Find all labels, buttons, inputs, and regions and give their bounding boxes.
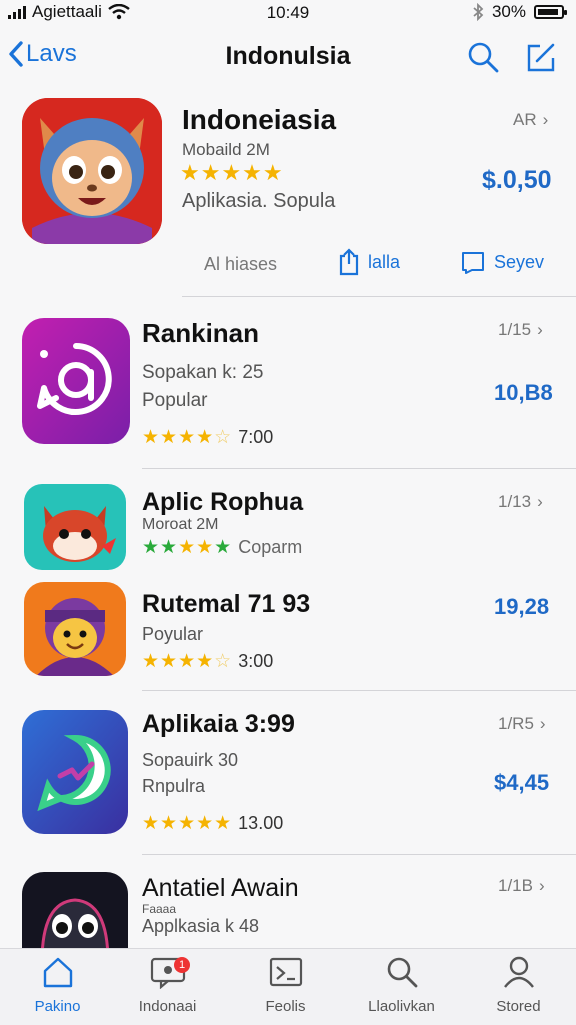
navigation-bar: Lavs Indonulsia: [0, 30, 576, 84]
chevron-right-icon: ›: [539, 714, 546, 733]
featured-rank: AR ›: [513, 110, 548, 130]
review-button[interactable]: Seyev: [460, 250, 544, 274]
tab-profile[interactable]: Stored: [461, 955, 576, 1015]
app-rating: ★★★★★ 13.00: [142, 812, 283, 835]
share-label: lalla: [368, 251, 401, 272]
battery-percent: 30%: [491, 2, 526, 21]
divider: [182, 296, 576, 297]
divider: [142, 854, 576, 855]
app-subtitle: Applkasia k 48: [142, 916, 260, 936]
battery-icon: [534, 5, 567, 19]
app-rating: ★★★★☆ 3:00: [142, 650, 273, 673]
rank-label: 1/1B: [498, 876, 533, 895]
status-bar: Agiettaali 10:49 30%: [0, 0, 576, 26]
featured-price-button[interactable]: $.0,50: [482, 166, 552, 195]
rank-label: 1/15: [498, 320, 532, 339]
app-icon-aplic-rophua[interactable]: [24, 484, 126, 570]
tab-messages[interactable]: 1 Indonaai: [110, 955, 225, 1015]
app-title[interactable]: Rankinan: [142, 318, 259, 349]
search-icon[interactable]: [466, 40, 500, 74]
bookmark-icon: [462, 252, 484, 274]
divider: [142, 690, 576, 691]
app-category: Rnpulra: [142, 776, 206, 796]
rating-stars: ★★★★☆: [142, 427, 233, 448]
tab-apps[interactable]: Feolis: [228, 955, 343, 1015]
price-button[interactable]: 19,28: [494, 594, 549, 620]
featured-app-category: Aplikasia. Sopula: [182, 190, 336, 212]
share-button[interactable]: lalla: [338, 248, 400, 276]
app-publisher: Faaaa: [142, 902, 177, 916]
app-icon-rutemal[interactable]: [24, 582, 126, 676]
search-icon: [387, 957, 417, 988]
price-button[interactable]: 10,B8: [494, 380, 553, 406]
notification-badge: 1: [174, 957, 190, 973]
chevron-right-icon: ›: [542, 110, 549, 129]
chevron-right-icon: ›: [537, 320, 543, 339]
rating-value: 13.00: [238, 813, 284, 833]
rating-stars: ★★★★☆: [142, 651, 233, 672]
rating-value: 7:00: [238, 427, 274, 447]
tab-label: Indonaai: [138, 998, 197, 1015]
tab-home[interactable]: Pakino: [0, 955, 115, 1015]
app-rank: 1/1B ›: [498, 876, 545, 896]
app-rank: 1/13 ›: [498, 492, 543, 512]
chevron-right-icon: ›: [538, 876, 545, 895]
app-subtitle: Poyular: [142, 624, 204, 644]
app-rating: ★★★★★ Coparm: [142, 536, 302, 559]
featured-app-subtitle: Mobaild 2M: [182, 140, 270, 159]
rating-stars: ★★★★★: [142, 537, 233, 558]
app-title[interactable]: Aplic Rophua: [142, 488, 303, 517]
review-label: Seyev: [494, 251, 545, 272]
app-rating: ★★★★☆ 7:00: [142, 426, 273, 449]
rank-label: 1/R5: [498, 714, 534, 733]
app-rank: 1/15 ›: [498, 320, 543, 340]
tab-label: Pakino: [34, 998, 81, 1015]
tab-search[interactable]: Llaolivkan: [344, 955, 459, 1015]
tab-label: Feolis: [265, 998, 306, 1015]
app-category: Popular: [142, 390, 208, 411]
rank-label: 1/13: [498, 492, 532, 511]
person-icon: [503, 956, 534, 988]
featured-app-title[interactable]: Indoneiasia: [182, 104, 336, 136]
tab-label: Stored: [496, 998, 541, 1015]
share-icon: [339, 248, 359, 276]
rating-value: 3:00: [238, 651, 274, 671]
app-title[interactable]: Antatiel Awain: [142, 874, 299, 903]
tab-bar: Pakino 1 Indonaai Feolis Llaolivkan Stor…: [0, 948, 576, 1025]
apps-icon: [269, 957, 302, 987]
clock: 10:49: [266, 3, 310, 22]
rating-stars: ★★★★★: [142, 813, 233, 834]
rank-label: AR: [513, 110, 537, 129]
compose-icon[interactable]: [524, 40, 558, 74]
featured-app-icon[interactable]: [22, 98, 162, 244]
app-rank: 1/R5 ›: [498, 714, 546, 734]
tab-label: Llaolivkan: [368, 998, 435, 1015]
rating-value: Coparm: [238, 537, 303, 557]
divider: [142, 468, 576, 469]
app-subtitle: Sopakan k: 25: [142, 362, 264, 383]
app-icon-aplikaia[interactable]: [22, 710, 128, 834]
featured-rating-stars: ★★★★★: [180, 160, 284, 185]
all-phases-link[interactable]: Al hiases: [204, 254, 277, 275]
chevron-right-icon: ›: [537, 492, 543, 511]
app-subtitle: Sopauirk 30: [142, 750, 239, 770]
app-title[interactable]: Aplikaia 3:99: [142, 710, 295, 739]
bluetooth-icon: [473, 3, 484, 21]
app-title[interactable]: Rutemal 71 93: [142, 590, 310, 619]
app-subtitle: Moroat 2M: [142, 516, 219, 533]
app-icon-rankinan[interactable]: [22, 318, 130, 444]
price-button[interactable]: $4,45: [494, 770, 549, 796]
home-icon: [43, 957, 72, 988]
